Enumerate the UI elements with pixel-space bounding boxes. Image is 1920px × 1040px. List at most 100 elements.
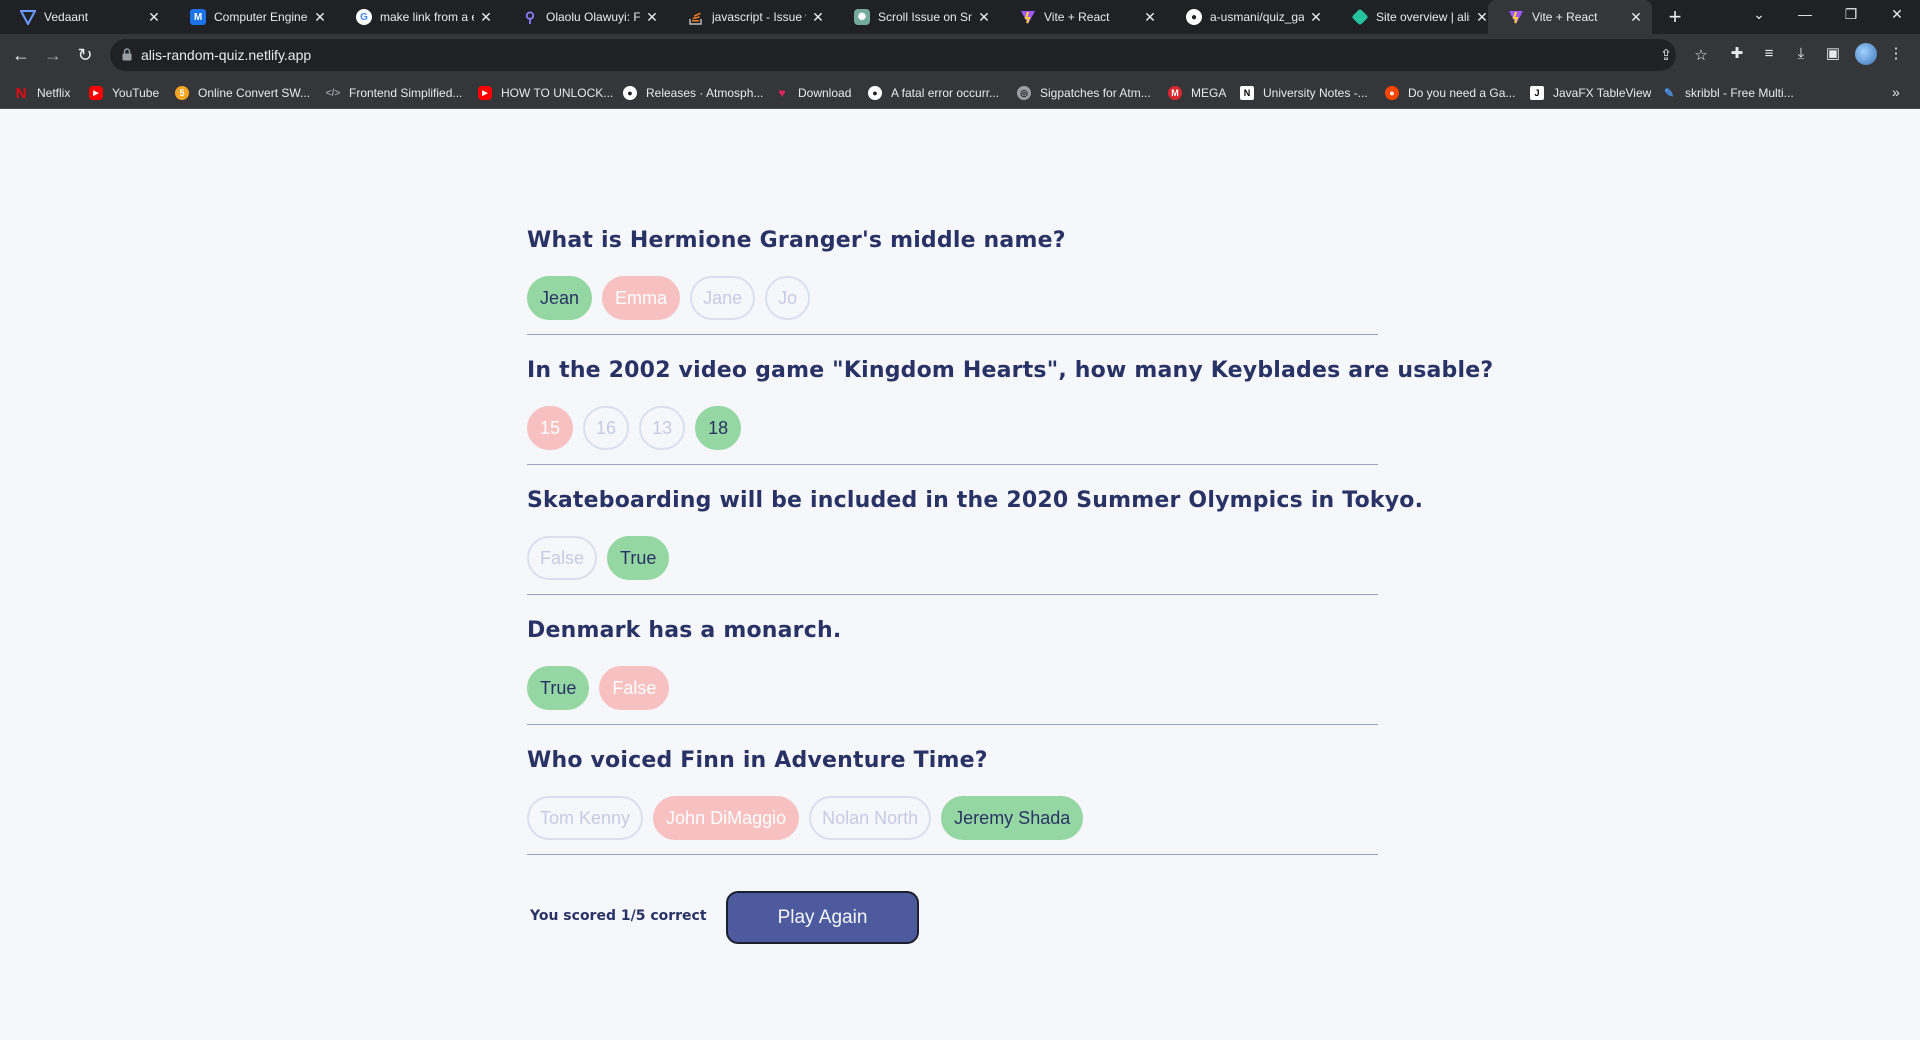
side-panel-icon[interactable]: ▣ xyxy=(1823,44,1843,64)
answer-option[interactable]: Jo xyxy=(765,276,811,320)
close-icon[interactable]: ✕ xyxy=(810,9,826,26)
tab-5[interactable]: ✺ Scroll Issue on Sm ✕ xyxy=(834,0,1000,34)
close-icon[interactable]: ✕ xyxy=(976,9,992,26)
answer-option[interactable]: John DiMaggio xyxy=(653,796,800,840)
answer-option[interactable]: Nolan North xyxy=(809,796,932,840)
answer-option[interactable]: Jean xyxy=(527,276,593,320)
bookmark-mega[interactable]: M MEGA xyxy=(1168,84,1226,102)
bookmark-label: Sigpatches for Atm... xyxy=(1040,86,1151,100)
tab-title: make link from a e xyxy=(380,10,474,24)
play-again-button[interactable]: Play Again xyxy=(726,891,919,944)
close-icon[interactable]: ✕ xyxy=(1628,9,1644,26)
download-icon[interactable]: ⤓ xyxy=(1791,44,1811,64)
close-icon[interactable]: ✕ xyxy=(644,9,660,26)
answers-2: 15 16 13 18 xyxy=(527,406,742,450)
divider xyxy=(527,854,1378,855)
profile-avatar[interactable] xyxy=(1855,43,1877,65)
back-arrow-icon[interactable]: ← xyxy=(8,42,34,68)
divider xyxy=(527,594,1378,595)
divider xyxy=(527,464,1378,465)
bookmark-frontend-simplified[interactable]: </> Frontend Simplified... xyxy=(326,84,463,102)
answer-option[interactable]: Emma xyxy=(602,276,681,320)
tab-6[interactable]: Vite + React ✕ xyxy=(1000,0,1166,34)
bookmark-label: Do you need a Ga... xyxy=(1408,86,1516,100)
minimize-icon[interactable]: — xyxy=(1782,0,1828,30)
bookmarks-bar: N Netflix ▶ YouTube 5 Online Convert SW... … xyxy=(0,76,1920,109)
tab-title: Olaolu Olawuyi: Fr xyxy=(546,10,640,24)
answer-option[interactable]: True xyxy=(527,666,590,710)
bookmark-fatal-error[interactable]: ● A fatal error occurr... xyxy=(868,84,999,102)
chevron-down-icon[interactable]: ⌄ xyxy=(1736,0,1782,30)
bookmark-javafx[interactable]: J JavaFX TableView xyxy=(1530,84,1651,102)
bookmark-skribbl[interactable]: ✎ skribbl - Free Multi... xyxy=(1662,84,1794,102)
github-icon: ● xyxy=(1186,9,1202,25)
divider xyxy=(527,724,1378,725)
answer-option[interactable]: Jeremy Shada xyxy=(941,796,1084,840)
bookmark-label: Frontend Simplified... xyxy=(349,86,463,100)
restore-icon[interactable]: ❐ xyxy=(1828,0,1874,30)
tab-0[interactable]: Vedaant ✕ xyxy=(0,0,170,34)
bookmark-youtube[interactable]: ▶ YouTube xyxy=(89,84,159,102)
bookmark-label: A fatal error occurr... xyxy=(891,86,1000,100)
tab-7[interactable]: ● a-usmani/quiz_gan ✕ xyxy=(1166,0,1332,34)
address-bar[interactable]: alis-random-quiz.netlify.app ⇪ ☆ xyxy=(110,39,1708,71)
url-text: alis-random-quiz.netlify.app xyxy=(141,47,312,63)
tab-9-active[interactable]: Vite + React ✕ xyxy=(1488,0,1652,34)
close-window-icon[interactable]: ✕ xyxy=(1874,0,1920,30)
bookmark-university-notes[interactable]: N University Notes -... xyxy=(1240,84,1368,102)
bookmark-reddit[interactable]: ● Do you need a Ga... xyxy=(1385,84,1515,102)
bookmark-online-convert[interactable]: 5 Online Convert SW... xyxy=(175,84,310,102)
bookmark-sigpatches[interactable]: ◎ Sigpatches for Atm... xyxy=(1017,84,1151,102)
heart-icon: ♥ xyxy=(778,86,786,100)
bookmark-how-to-unlock[interactable]: ▶ HOW TO UNLOCK... xyxy=(478,84,613,102)
quiz-page: What is Hermione Granger's middle name? … xyxy=(0,109,1920,1040)
close-icon[interactable]: ✕ xyxy=(1308,9,1324,26)
answer-option[interactable]: Tom Kenny xyxy=(527,796,644,840)
tab-8[interactable]: Site overview | alis ✕ xyxy=(1332,0,1498,34)
answer-option[interactable]: False xyxy=(527,536,598,580)
tab-title: a-usmani/quiz_gan xyxy=(1210,10,1304,24)
answer-option[interactable]: 16 xyxy=(583,406,630,450)
close-icon[interactable]: ✕ xyxy=(146,9,162,26)
github-icon: ● xyxy=(623,86,637,100)
extensions-icon[interactable]: ✚ xyxy=(1727,44,1747,64)
answers-3: False True xyxy=(527,536,670,580)
vite-icon xyxy=(20,9,36,25)
tab-title: javascript - Issue w xyxy=(712,10,806,24)
tab-2[interactable]: G make link from a e ✕ xyxy=(336,0,502,34)
bookmark-netflix[interactable]: N Netflix xyxy=(14,84,71,102)
close-icon[interactable]: ✕ xyxy=(478,9,494,26)
github-icon: ● xyxy=(868,86,882,100)
bookmark-download[interactable]: ♥ Download xyxy=(775,84,851,102)
tab-4[interactable]: javascript - Issue w ✕ xyxy=(668,0,834,34)
tab-1[interactable]: M Computer Enginee ✕ xyxy=(170,0,336,34)
tab-title: Vite + React xyxy=(1044,10,1110,24)
media-queue-icon[interactable]: ≡ xyxy=(1759,44,1779,64)
tab-title: Vite + React xyxy=(1532,10,1598,24)
answer-option[interactable]: Jane xyxy=(690,276,756,320)
bookmark-releases[interactable]: ● Releases · Atmosph... xyxy=(623,84,763,102)
convert-icon: 5 xyxy=(175,86,189,100)
answer-option[interactable]: True xyxy=(607,536,670,580)
star-icon[interactable]: ☆ xyxy=(1692,47,1710,65)
forward-arrow-icon[interactable]: → xyxy=(40,42,66,68)
reload-icon[interactable]: ↻ xyxy=(72,42,98,68)
answer-option[interactable]: False xyxy=(599,666,670,710)
youtube-icon: ▶ xyxy=(478,86,492,100)
close-icon[interactable]: ✕ xyxy=(312,9,328,26)
reddit-icon: ● xyxy=(1385,86,1399,100)
answer-option[interactable]: 13 xyxy=(639,406,686,450)
question-3: Skateboarding will be included in the 20… xyxy=(527,488,1424,513)
chevron-right-icon[interactable]: » xyxy=(1892,84,1900,100)
tab-3[interactable]: ⚲ Olaolu Olawuyi: Fr ✕ xyxy=(502,0,668,34)
bookmark-label: Online Convert SW... xyxy=(198,86,311,100)
answer-option[interactable]: 18 xyxy=(695,406,742,450)
stackoverflow-icon xyxy=(688,9,704,25)
answer-option[interactable]: 15 xyxy=(527,406,574,450)
more-menu-icon[interactable]: ⋮ xyxy=(1886,44,1906,64)
new-tab-button[interactable]: + xyxy=(1663,5,1687,29)
share-icon[interactable]: ⇪ xyxy=(1657,47,1675,65)
close-icon[interactable]: ✕ xyxy=(1142,9,1158,26)
vite-icon xyxy=(1508,9,1524,25)
mega-icon: M xyxy=(1168,86,1182,100)
